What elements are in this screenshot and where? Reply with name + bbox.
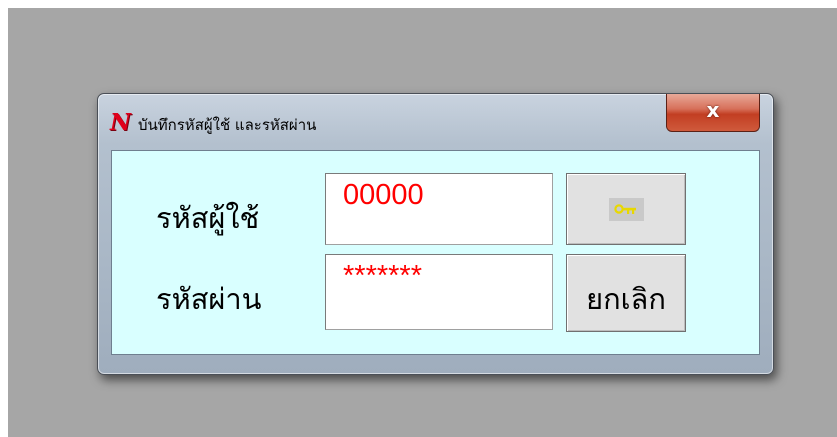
- close-button[interactable]: x: [666, 94, 760, 132]
- login-button[interactable]: [566, 173, 686, 245]
- cancel-button[interactable]: ยกเลิก: [566, 254, 686, 332]
- key-icon-tile: [609, 198, 644, 221]
- close-icon: x: [706, 98, 720, 122]
- user-id-label: รหัสผู้ใช้: [156, 201, 260, 235]
- password-input[interactable]: *******: [325, 254, 553, 330]
- desktop-background: N บันทึกรหัสผู้ใช้ และรหัสผ่าน x รหัสผู้…: [8, 8, 837, 437]
- user-id-input[interactable]: 00000: [325, 173, 553, 245]
- password-label: รหัสผ่าน: [156, 282, 262, 316]
- app-logo-icon: N: [110, 109, 132, 136]
- window-title: บันทึกรหัสผู้ใช้ และรหัสผ่าน: [138, 116, 317, 134]
- title-bar[interactable]: N บันทึกรหัสผู้ใช้ และรหัสผ่าน x: [98, 94, 773, 146]
- dialog-content: รหัสผู้ใช้ 00000 รหัสผ่าน ******* ยกเลิก: [111, 150, 760, 355]
- login-dialog: N บันทึกรหัสผู้ใช้ และรหัสผ่าน x รหัสผู้…: [97, 93, 774, 375]
- key-icon: [614, 204, 636, 214]
- cancel-button-label: ยกเลิก: [586, 282, 666, 316]
